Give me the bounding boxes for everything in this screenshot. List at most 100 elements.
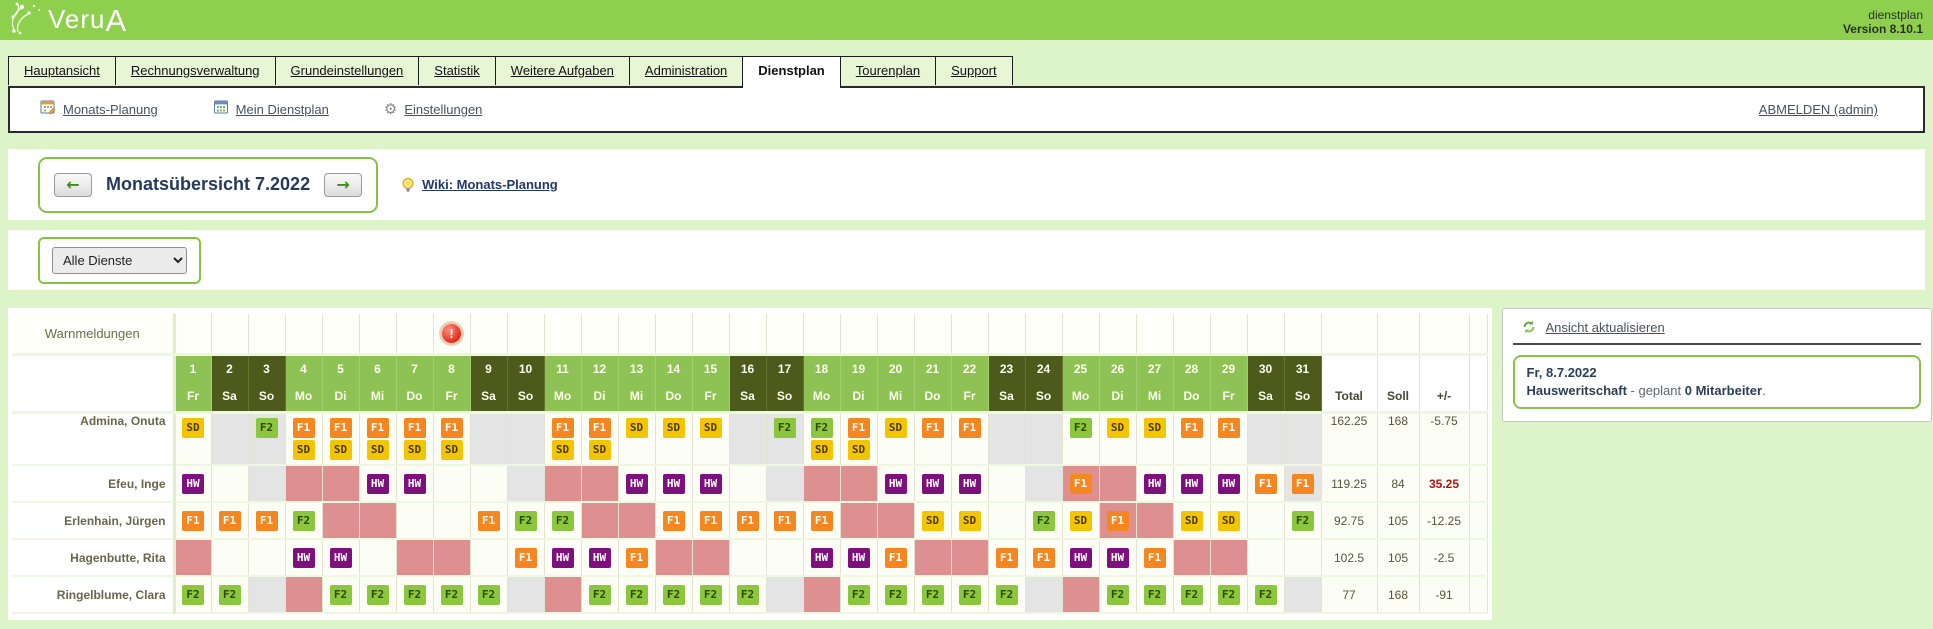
roster-cell-day-23[interactable]: F2 <box>988 576 1025 613</box>
roster-cell-day-17[interactable]: F1 <box>766 502 803 539</box>
roster-cell-day-25[interactable]: SD <box>1062 502 1099 539</box>
roster-cell-day-9[interactable] <box>470 412 507 465</box>
warning-cell-day-17[interactable] <box>766 314 803 354</box>
roster-cell-day-2[interactable] <box>211 465 248 502</box>
roster-cell-day-26[interactable] <box>1099 465 1136 502</box>
warning-cell-day-12[interactable] <box>581 314 618 354</box>
logout-link[interactable]: ABMELDEN (admin) <box>1759 102 1878 117</box>
warning-cell-day-30[interactable] <box>1247 314 1284 354</box>
roster-cell-day-22[interactable]: F2 <box>951 576 988 613</box>
roster-cell-day-7[interactable]: HW <box>396 465 433 502</box>
warning-cell-day-10[interactable] <box>507 314 544 354</box>
tab-support[interactable]: Support <box>935 56 1013 85</box>
roster-cell-day-24[interactable]: F2 <box>1025 502 1062 539</box>
warning-cell-day-27[interactable] <box>1136 314 1173 354</box>
roster-cell-day-29[interactable]: HW <box>1210 465 1247 502</box>
roster-cell-day-31[interactable] <box>1284 539 1321 576</box>
roster-cell-day-1[interactable]: F1 <box>174 502 211 539</box>
roster-cell-day-25[interactable] <box>1062 576 1099 613</box>
tab-weitere aufgaben[interactable]: Weitere Aufgaben <box>495 56 629 85</box>
roster-cell-day-20[interactable] <box>877 502 914 539</box>
roster-cell-day-8[interactable]: F2 <box>433 576 470 613</box>
roster-cell-day-17[interactable]: F2 <box>766 412 803 465</box>
roster-cell-day-14[interactable]: F1 <box>655 502 692 539</box>
warning-cell-day-2[interactable] <box>211 314 248 354</box>
roster-cell-day-5[interactable] <box>322 465 359 502</box>
warning-cell-day-6[interactable] <box>359 314 396 354</box>
roster-cell-day-23[interactable] <box>988 502 1025 539</box>
roster-cell-day-4[interactable]: F2 <box>285 502 322 539</box>
roster-cell-day-11[interactable] <box>544 576 581 613</box>
roster-cell-day-29[interactable]: SD <box>1210 502 1247 539</box>
prev-month-button[interactable]: ← <box>54 173 92 197</box>
roster-cell-day-9[interactable] <box>470 465 507 502</box>
roster-cell-day-15[interactable] <box>692 539 729 576</box>
roster-cell-day-2[interactable] <box>211 412 248 465</box>
warning-cell-day-3[interactable] <box>248 314 285 354</box>
roster-cell-day-29[interactable]: F1 <box>1210 412 1247 465</box>
warning-cell-day-7[interactable] <box>396 314 433 354</box>
roster-cell-day-25[interactable]: F1 <box>1062 465 1099 502</box>
roster-cell-day-9[interactable] <box>470 539 507 576</box>
roster-cell-day-13[interactable]: SD <box>618 412 655 465</box>
toolbar-link-monats-planung[interactable]: Monats-Planung <box>40 99 158 120</box>
roster-cell-day-30[interactable]: F2 <box>1247 576 1284 613</box>
roster-cell-day-27[interactable]: F2 <box>1136 576 1173 613</box>
roster-cell-day-9[interactable]: F1 <box>470 502 507 539</box>
toolbar-link-label[interactable]: Mein Dienstplan <box>236 102 329 117</box>
roster-cell-day-4[interactable]: HW <box>285 539 322 576</box>
service-filter-select[interactable]: Alle Dienste <box>52 247 187 274</box>
roster-cell-day-19[interactable]: HW <box>840 539 877 576</box>
toolbar-link-label[interactable]: Einstellungen <box>404 102 482 117</box>
roster-cell-day-2[interactable]: F1 <box>211 502 248 539</box>
roster-cell-day-24[interactable]: F1 <box>1025 539 1062 576</box>
roster-cell-day-12[interactable]: F1SD <box>581 412 618 465</box>
roster-cell-day-22[interactable]: HW <box>951 465 988 502</box>
roster-cell-day-10[interactable]: F1 <box>507 539 544 576</box>
roster-cell-day-27[interactable]: F1 <box>1136 539 1173 576</box>
roster-cell-day-5[interactable]: HW <box>322 539 359 576</box>
tab-administration[interactable]: Administration <box>629 56 742 85</box>
warning-cell-day-29[interactable] <box>1210 314 1247 354</box>
roster-cell-day-28[interactable]: HW <box>1173 465 1210 502</box>
toolbar-link-mein-dienstplan[interactable]: Mein Dienstplan <box>213 99 329 120</box>
warning-cell-day-28[interactable] <box>1173 314 1210 354</box>
roster-cell-day-15[interactable]: F2 <box>692 576 729 613</box>
roster-cell-day-31[interactable]: F1 <box>1284 465 1321 502</box>
roster-cell-day-11[interactable]: HW <box>544 539 581 576</box>
roster-cell-day-13[interactable]: HW <box>618 465 655 502</box>
roster-cell-day-20[interactable]: HW <box>877 465 914 502</box>
warning-cell-day-8[interactable]: ! <box>433 314 470 354</box>
roster-cell-day-6[interactable]: HW <box>359 465 396 502</box>
roster-cell-day-2[interactable]: F2 <box>211 576 248 613</box>
roster-cell-day-23[interactable] <box>988 412 1025 465</box>
roster-cell-day-20[interactable]: SD <box>877 412 914 465</box>
roster-cell-day-25[interactable]: F2 <box>1062 412 1099 465</box>
roster-cell-day-18[interactable]: F2SD <box>803 412 840 465</box>
roster-cell-day-8[interactable] <box>433 539 470 576</box>
roster-cell-day-21[interactable]: HW <box>914 465 951 502</box>
warning-cell-day-13[interactable] <box>618 314 655 354</box>
roster-cell-day-3[interactable]: F2 <box>248 412 285 465</box>
roster-cell-day-26[interactable]: F2 <box>1099 576 1136 613</box>
roster-cell-day-6[interactable]: F2 <box>359 576 396 613</box>
roster-cell-day-13[interactable] <box>618 502 655 539</box>
roster-cell-day-21[interactable]: F1 <box>914 412 951 465</box>
roster-cell-day-29[interactable]: F2 <box>1210 576 1247 613</box>
roster-cell-day-24[interactable] <box>1025 465 1062 502</box>
roster-cell-day-13[interactable]: F2 <box>618 576 655 613</box>
warning-cell-day-25[interactable] <box>1062 314 1099 354</box>
warning-cell-day-18[interactable] <box>803 314 840 354</box>
roster-cell-day-19[interactable] <box>840 465 877 502</box>
wiki-link[interactable]: Wiki: Monats-Planung <box>422 177 558 192</box>
roster-cell-day-19[interactable]: F1SD <box>840 412 877 465</box>
roster-cell-day-1[interactable]: SD <box>174 412 211 465</box>
roster-cell-day-11[interactable] <box>544 465 581 502</box>
roster-cell-day-6[interactable] <box>359 502 396 539</box>
roster-cell-day-19[interactable] <box>840 502 877 539</box>
roster-cell-day-31[interactable] <box>1284 412 1321 465</box>
tab-rechnungsverwaltung[interactable]: Rechnungsverwaltung <box>115 56 275 85</box>
roster-cell-day-11[interactable]: F1SD <box>544 412 581 465</box>
roster-cell-day-20[interactable]: F1 <box>877 539 914 576</box>
roster-cell-day-23[interactable] <box>988 465 1025 502</box>
